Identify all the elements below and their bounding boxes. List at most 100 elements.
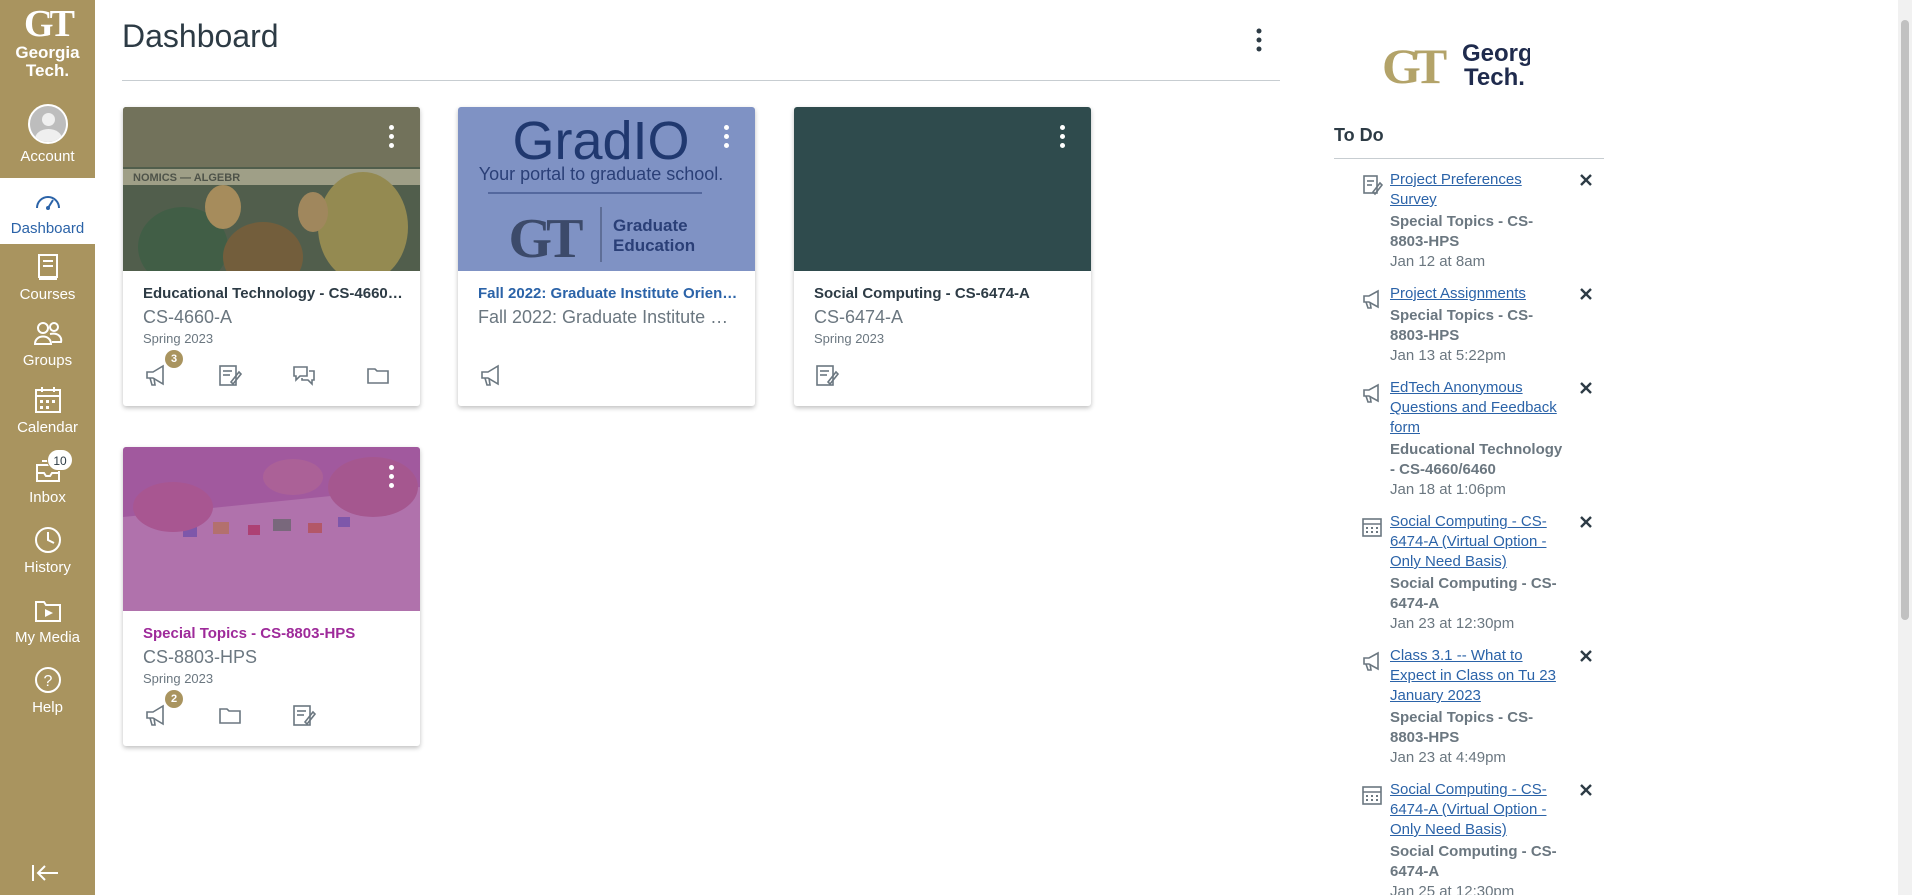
announcement-icon (1363, 289, 1379, 309)
assignments-action[interactable] (291, 702, 317, 728)
nav-courses-label: Courses (19, 286, 76, 303)
dashboard-options-kebab-icon[interactable] (1250, 26, 1268, 54)
todo-item-link[interactable]: Project Preferences Survey (1390, 170, 1565, 210)
course-card-code: CS-8803-HPS (143, 647, 258, 667)
svg-text:GT: GT (1382, 38, 1447, 91)
brand-line2: Tech. (25, 61, 70, 80)
help-icon: ? (34, 667, 61, 693)
hero-tagline: Your portal to graduate school. (479, 164, 724, 184)
todo-item-link[interactable]: Class 3.1 -- What to Expect in Class on … (1390, 646, 1565, 706)
todo-item-course: Special Topics - CS-8803-HPS (1390, 307, 1534, 344)
todo-item-date: Jan 23 at 4:49pm (1390, 749, 1506, 766)
announcement-icon (146, 704, 164, 726)
course-card-hero[interactable]: NOMICS — ALGEBR (123, 107, 420, 271)
nav-inbox[interactable]: 10 Inbox (0, 449, 95, 506)
discussions-action[interactable] (291, 362, 317, 388)
todo-item-link[interactable]: Social Computing - CS-6474-A (Virtual Op… (1390, 512, 1565, 572)
card-options-kebab-icon[interactable] (722, 125, 730, 153)
todo-item-date: Jan 23 at 12:30pm (1390, 615, 1515, 632)
scrollbar-thumb[interactable] (1901, 20, 1909, 620)
georgia-tech-logo: GT Georgia Tech. (1382, 38, 1530, 91)
course-card-term: Spring 2023 (143, 331, 214, 346)
collapse-nav-icon[interactable] (30, 862, 62, 884)
dismiss-close-icon[interactable] (1578, 782, 1594, 798)
todo-item-date: Jan 25 at 12:30pm (1390, 883, 1515, 895)
todo-item-date: Jan 18 at 1:06pm (1390, 481, 1506, 498)
nav-dashboard[interactable]: Dashboard (0, 178, 95, 244)
todo-item-body: Social Computing - CS-6474-A (Virtual Op… (1390, 512, 1565, 634)
announcements-action[interactable]: 2 (143, 690, 183, 728)
assignments-action[interactable] (814, 362, 840, 388)
todo-item-link[interactable]: Project Assignments (1390, 284, 1565, 304)
nav-calendar[interactable]: Calendar (0, 385, 95, 436)
nav-account[interactable]: Account (0, 104, 95, 165)
folder-icon (367, 368, 389, 384)
nav-courses[interactable]: Courses (0, 252, 95, 303)
gt-monogram-icon: GT (509, 208, 584, 270)
course-card-term: Spring 2023 (814, 331, 885, 346)
dismiss-close-icon[interactable] (1578, 286, 1594, 302)
course-card[interactable]: GradIO Your portal to graduate school. G… (458, 107, 755, 406)
calendar-icon (1362, 786, 1382, 805)
card-options-kebab-icon[interactable] (387, 465, 395, 493)
course-card-title[interactable]: Educational Technology - CS-4660/6460 (143, 285, 405, 302)
course-card[interactable]: Social Computing - CS-6474-A CS-6474-A S… (794, 107, 1091, 406)
card-options-kebab-icon[interactable] (1058, 125, 1066, 153)
avatar (27, 104, 68, 144)
groups-icon (33, 322, 62, 345)
course-card-hero[interactable] (794, 107, 1091, 271)
todo-item-date: Jan 13 at 5:22pm (1390, 347, 1506, 364)
assignment-icon (293, 705, 317, 726)
todo-item-course: Special Topics - CS-8803-HPS (1390, 213, 1534, 250)
courses-icon (37, 254, 58, 280)
page-title: Dashboard (122, 18, 279, 54)
card-options-kebab-icon[interactable] (387, 125, 395, 153)
nav-help[interactable]: ? Help (0, 665, 95, 716)
todo-item-course: Social Computing - CS-6474-A (1390, 843, 1557, 880)
course-card-code: Fall 2022: Graduate Institute Orientatio… (478, 307, 740, 327)
course-hero-image: NOMICS — ALGEBR (123, 107, 420, 271)
course-card[interactable]: Special Topics - CS-8803-HPS CS-8803-HPS… (123, 447, 420, 746)
course-card-title[interactable]: Special Topics - CS-8803-HPS (143, 625, 405, 642)
nav-history[interactable]: History (0, 525, 95, 576)
header-divider (122, 80, 1280, 81)
hero-dept-line2: Education (613, 236, 695, 255)
calendar-icon (1362, 518, 1382, 537)
dismiss-close-icon[interactable] (1578, 514, 1594, 530)
files-action[interactable] (217, 702, 243, 728)
todo-item-link[interactable]: Social Computing - CS-6474-A (Virtual Op… (1390, 780, 1565, 840)
announcements-action[interactable]: 3 (143, 350, 183, 388)
todo-item-link[interactable]: EdTech Anonymous Questions and Feedback … (1390, 378, 1565, 438)
nav-account-label: Account (20, 148, 75, 165)
svg-text:Georgia: Georgia (1462, 40, 1530, 67)
files-action[interactable] (365, 362, 391, 388)
todo-item-course: Educational Technology - CS-4660/6460 (1390, 441, 1563, 478)
dismiss-close-icon[interactable] (1578, 380, 1594, 396)
hero-dept-line1: Graduate (613, 216, 688, 235)
nav-history-label: History (24, 559, 71, 576)
announcement-icon (1363, 651, 1379, 671)
course-card-hero[interactable]: GradIO Your portal to graduate school. G… (458, 107, 755, 271)
svg-text:Tech.: Tech. (1464, 64, 1525, 91)
gt-nav-logo[interactable]: GT Georgia Tech. (0, 0, 95, 95)
nav-groups[interactable]: Groups (0, 318, 95, 369)
course-card-title[interactable]: Fall 2022: Graduate Institute Orientatio… (478, 285, 740, 302)
dismiss-close-icon[interactable] (1578, 648, 1594, 664)
page-scrollbar[interactable] (1898, 0, 1912, 895)
course-card-title[interactable]: Social Computing - CS-6474-A (814, 285, 1076, 302)
folder-icon (219, 708, 241, 724)
todo-item-body: Social Computing - CS-6474-A (Virtual Op… (1390, 780, 1565, 895)
course-card[interactable]: NOMICS — ALGEBR Educational Technology -… (123, 107, 420, 406)
todo-item-course: Social Computing - CS-6474-A (1390, 575, 1557, 612)
nav-groups-label: Groups (22, 352, 73, 369)
announcements-action[interactable] (478, 362, 504, 388)
todo-item-body: Project Assignments Special Topics - CS-8… (1390, 284, 1565, 366)
course-card-hero[interactable] (123, 447, 420, 611)
course-card-term: Spring 2023 (143, 671, 214, 686)
nav-my-media[interactable]: My Media (0, 595, 95, 646)
dismiss-close-icon[interactable] (1578, 172, 1594, 188)
nav-help-label: Help (32, 699, 63, 716)
todo-item-body: Class 3.1 -- What to Expect in Class on … (1390, 646, 1565, 768)
hero-heading: GradIO (512, 111, 689, 171)
assignments-action[interactable] (217, 362, 243, 388)
